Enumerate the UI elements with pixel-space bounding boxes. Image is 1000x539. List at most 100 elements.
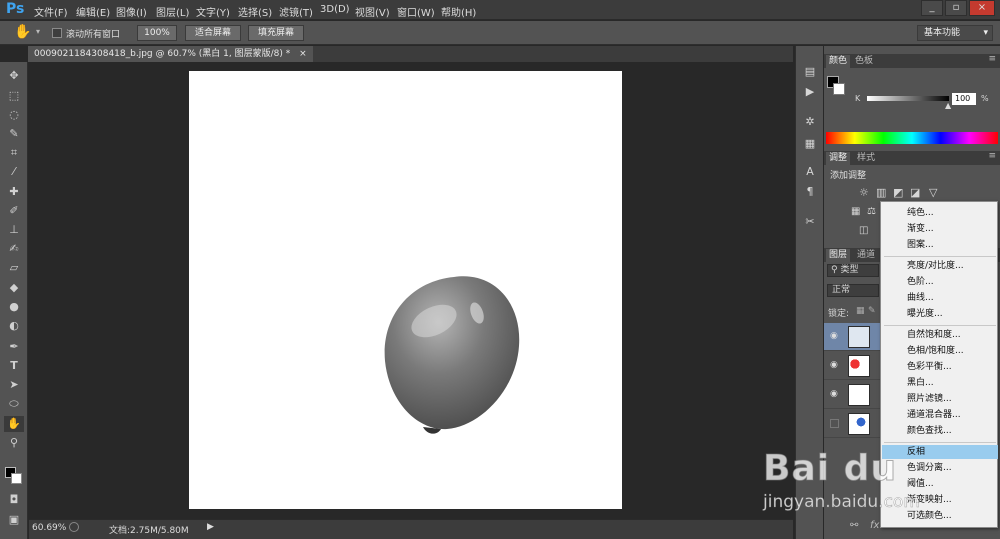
adjustment-menu-item[interactable]: 渐变...: [882, 222, 998, 236]
eraser-tool-icon[interactable]: ▱: [4, 260, 24, 276]
brush-presets-icon[interactable]: ✲: [800, 114, 820, 130]
background-color-swatch[interactable]: [11, 473, 22, 484]
layer-filter-select[interactable]: ⚲ 类型: [827, 264, 879, 277]
layer-row-white[interactable]: ◉: [824, 381, 881, 409]
adjustment-menu-item[interactable]: 自然饱和度...: [882, 328, 998, 342]
menu-view[interactable]: 视图(V): [355, 4, 390, 19]
menu-file[interactable]: 文件(F): [34, 4, 68, 19]
tab-adjustments[interactable]: 调整: [826, 152, 851, 165]
document-tab[interactable]: 0009021184308418_b.jpg @ 60.7% (黑白 1, 图层…: [28, 46, 313, 62]
menu-help[interactable]: 帮助(H): [441, 4, 476, 19]
adjustment-menu-item[interactable]: 纯色...: [882, 206, 998, 220]
quick-select-tool-icon[interactable]: ✎: [4, 126, 24, 142]
menu-select[interactable]: 选择(S): [238, 4, 272, 19]
zoom-tool-icon[interactable]: ⚲: [4, 435, 24, 451]
actions-panel-icon[interactable]: ▶: [800, 84, 820, 100]
adjustment-menu-item[interactable]: 黑白...: [882, 376, 998, 390]
adjustment-menu-item[interactable]: 可选颜色...: [882, 509, 998, 523]
tab-channels[interactable]: 通道: [854, 249, 878, 262]
zoom-level[interactable]: 60.69%: [32, 523, 66, 533]
path-select-tool-icon[interactable]: ➤: [4, 377, 24, 393]
menu-3d[interactable]: 3D(D): [320, 4, 350, 15]
document-canvas[interactable]: [189, 71, 622, 509]
paint-bucket-tool-icon[interactable]: ◆: [4, 280, 24, 296]
color-k-value[interactable]: 100: [952, 93, 976, 105]
adjustment-menu-item[interactable]: 反相: [882, 445, 998, 459]
adjustment-menu-item[interactable]: 色调分离...: [882, 461, 998, 475]
quick-mask-icon[interactable]: ◘: [4, 492, 24, 508]
brush-tool-icon[interactable]: ✐: [4, 203, 24, 219]
layer-row-adjustment[interactable]: ◉: [824, 323, 881, 351]
restore-button[interactable]: ▫: [945, 0, 967, 16]
menu-window[interactable]: 窗口(W): [397, 4, 435, 19]
adjustment-menu-item[interactable]: 渐变映射...: [882, 493, 998, 507]
paragraph-panel-icon[interactable]: ¶: [800, 184, 820, 200]
color-background-swatch[interactable]: [833, 83, 845, 95]
adjustment-menu-item[interactable]: 色彩平衡...: [882, 360, 998, 374]
minimize-button[interactable]: _: [921, 0, 943, 16]
tab-styles[interactable]: 样式: [854, 152, 878, 165]
blend-mode-select[interactable]: 正常: [827, 284, 879, 297]
character-panel-icon[interactable]: A: [800, 164, 820, 180]
adjustment-menu-item[interactable]: 照片滤镜...: [882, 392, 998, 406]
exposure-adjust-icon[interactable]: ◪: [910, 186, 920, 199]
lasso-tool-icon[interactable]: ◌: [4, 107, 24, 123]
brightness-adjust-icon[interactable]: ☼: [859, 186, 869, 199]
lock-pixels-icon[interactable]: ✎: [868, 306, 876, 316]
tab-color[interactable]: 颜色: [826, 55, 851, 68]
tool-presets-icon[interactable]: ✂: [800, 214, 820, 230]
visibility-off-box[interactable]: [830, 419, 839, 428]
document-tab-close-icon[interactable]: ×: [299, 49, 307, 59]
eyedropper-tool-icon[interactable]: ⁄: [4, 164, 24, 180]
menu-edit[interactable]: 编辑(E): [76, 4, 110, 19]
dodge-tool-icon[interactable]: ◐: [4, 318, 24, 334]
menu-filter[interactable]: 滤镜(T): [279, 4, 313, 19]
ellipse-tool-icon[interactable]: ⬭: [4, 396, 24, 412]
pen-tool-icon[interactable]: ✒: [4, 339, 24, 355]
curves-adjust-icon[interactable]: ◩: [893, 186, 903, 199]
fill-screen-button[interactable]: 填充屏幕: [248, 25, 304, 41]
adjustment-menu-item[interactable]: 图案...: [882, 238, 998, 252]
zoom-100-button[interactable]: 100%: [137, 25, 177, 41]
photo-filter-adjust-icon[interactable]: ◫: [859, 225, 868, 236]
workspace-select[interactable]: 基本功能 ▾: [917, 25, 993, 41]
vibrance-adjust-icon[interactable]: ▦: [851, 206, 860, 217]
adjust-panel-menu-icon[interactable]: ≡: [988, 151, 996, 161]
history-panel-icon[interactable]: ▤: [800, 64, 820, 80]
tab-layers[interactable]: 图层: [826, 249, 851, 262]
clone-source-icon[interactable]: ▦: [800, 136, 820, 152]
adjustment-menu-item[interactable]: 曲线...: [882, 291, 998, 305]
healing-brush-tool-icon[interactable]: ✚: [4, 184, 24, 200]
layer-row-balloons-1[interactable]: ◉: [824, 352, 881, 380]
color-balance-adjust-icon[interactable]: ⚖: [867, 206, 876, 217]
move-tool-icon[interactable]: ✥: [4, 68, 24, 84]
color-spectrum-bar[interactable]: [826, 132, 998, 144]
adjustment-menu-item[interactable]: 曝光度...: [882, 307, 998, 321]
link-layers-icon[interactable]: ⚯: [850, 520, 858, 531]
scroll-all-windows-checkbox[interactable]: [52, 28, 62, 38]
color-k-slider[interactable]: [867, 96, 949, 101]
color-slider-handle-icon[interactable]: ▲: [945, 101, 951, 110]
clone-stamp-tool-icon[interactable]: ⊥: [4, 222, 24, 238]
menu-type[interactable]: 文字(Y): [196, 4, 230, 19]
menu-image[interactable]: 图像(I): [116, 4, 147, 19]
gradient-map-adjust-icon[interactable]: ▽: [929, 186, 937, 199]
visibility-eye-icon[interactable]: ◉: [830, 332, 840, 341]
lock-transparent-icon[interactable]: ▦: [856, 306, 865, 316]
crop-tool-icon[interactable]: ⌗: [4, 145, 24, 161]
layer-row-balloons-2[interactable]: [824, 410, 881, 438]
adjustment-menu-item[interactable]: 色阶...: [882, 275, 998, 289]
visibility-eye-icon[interactable]: ◉: [830, 361, 840, 370]
hand-tool-icon[interactable]: ✋: [14, 24, 31, 40]
blur-tool-icon[interactable]: ●: [4, 299, 24, 315]
close-window-button[interactable]: ×: [969, 0, 995, 16]
adjustment-menu-item[interactable]: 通道混合器...: [882, 408, 998, 422]
adjustment-menu-item[interactable]: 亮度/对比度...: [882, 259, 998, 273]
tool-preset-arrow-icon[interactable]: ▾: [36, 27, 40, 36]
panel-menu-icon[interactable]: ≡: [988, 54, 996, 64]
history-brush-tool-icon[interactable]: ✍: [4, 241, 24, 257]
zoom-info-icon[interactable]: [69, 522, 79, 532]
adjustment-menu-item[interactable]: 色相/饱和度...: [882, 344, 998, 358]
tab-swatches[interactable]: 色板: [852, 55, 876, 68]
menu-layer[interactable]: 图层(L): [156, 4, 189, 19]
